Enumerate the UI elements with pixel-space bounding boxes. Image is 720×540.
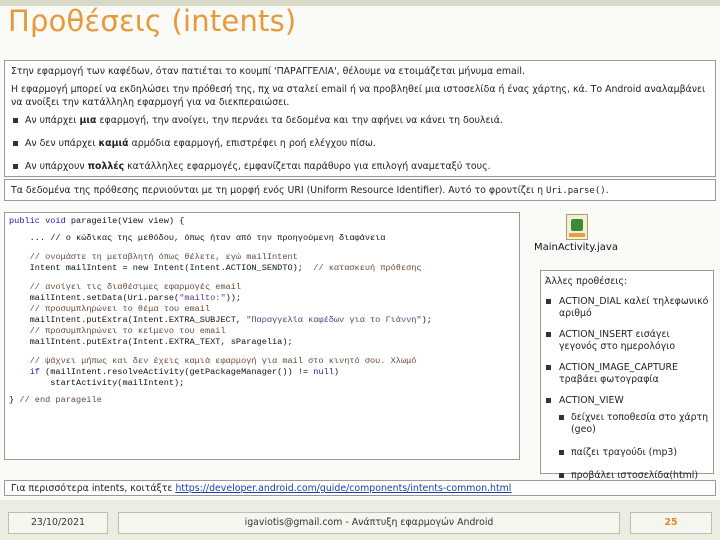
other-intents-box: Άλλες προθέσεις: ACTION_DIAL καλεί τηλεφ… [540, 270, 714, 481]
code-comment: // προσυμπληρώνει το κείμενο του email [9, 326, 226, 336]
intro-paragraph-2: Η εφαρμογή μπορεί να εκδηλώσει την πρόθε… [11, 84, 706, 108]
code-line: } // end parageile [9, 395, 102, 405]
other-intents-list: ACTION_DIAL καλεί τηλεφωνικό αριθμό ACTI… [545, 296, 709, 482]
view-subitems: δείχνει τοποθεσία στο χάρτη (geo) παίζει… [559, 412, 709, 482]
code-line: mailIntent.putExtra(Intent.EXTRA_SUBJECT… [9, 315, 432, 325]
code-line: ... // ο κώδικας της μεθόδου, όπως ήταν … [9, 233, 386, 243]
page-number: 25 [630, 512, 712, 534]
other-intents-heading: Άλλες προθέσεις: [545, 276, 628, 287]
code-comment: // ψάχνει μήπως και δεν έχεις καμιά εφαρ… [9, 356, 417, 366]
code-line: startActivity(mailIntent); [9, 378, 185, 388]
code-comment: // προσυμπληρώνει το θέμα του email [9, 304, 211, 314]
view-subitem-mp3: παίζει τραγούδι (mp3) [559, 447, 709, 459]
intent-item-image-capture: ACTION_IMAGE_CAPTURE τραβάει φωτογραφία [545, 362, 709, 386]
footer-author: igaviotis@gmail.com - Ανάπτυξη εφαρμογών… [118, 512, 620, 534]
intro-bullet-list: Αν υπάρχει μια εφαρμογή, την ανοίγει, τη… [11, 114, 709, 173]
uri-parse-code: Uri.parse() [546, 186, 606, 196]
more-intents-box: Για περισσότερα intents, κοιτάξτε https:… [4, 480, 716, 496]
code-line: Intent mailIntent = new Intent(Intent.AC… [9, 263, 422, 273]
intent-item-view: ACTION_VIEW δείχνει τοποθεσία στο χάρτη … [545, 395, 709, 482]
file-label: MainActivity.java [534, 242, 618, 253]
intro-bullet-one-app: Αν υπάρχει μια εφαρμογή, την ανοίγει, τη… [11, 114, 709, 127]
intro-bullet-many-apps: Αν υπάρχουν πολλές κατάλληλες εφαρμογές,… [11, 160, 709, 173]
code-line: mailIntent.putExtra(Intent.EXTRA_TEXT, s… [9, 337, 293, 347]
intro-box: Στην εφαρμογή των καφέδων, όταν πατιέται… [4, 60, 716, 177]
code-comment: // ανοίγει τις διαθέσιμες εφαρμογές emai… [9, 282, 242, 292]
code-line: public void parageile(View view) { [9, 216, 185, 226]
intro-paragraph-1: Στην εφαρμογή των καφέδων, όταν πατιέται… [11, 66, 525, 77]
slide-title: Προθέσεις (intents) [8, 4, 297, 38]
intent-item-dial: ACTION_DIAL καλεί τηλεφωνικό αριθμό [545, 296, 709, 320]
footer-date: 23/10/2021 [8, 512, 108, 534]
view-subitem-geo: δείχνει τοποθεσία στο χάρτη (geo) [559, 412, 709, 436]
code-listing: public void parageile(View view) { ... /… [4, 212, 520, 460]
intro-bullet-no-app: Αν δεν υπάρχει καμιά αρμόδια εφαρμογή, ε… [11, 137, 709, 150]
main-activity-file[interactable]: MainActivity.java [528, 214, 624, 258]
uri-note-box: Τα δεδομένα της πρόθεσης περνιούνται με … [4, 179, 716, 201]
uri-note-text: Τα δεδομένα της πρόθεσης περνιούνται με … [11, 185, 547, 196]
intent-item-insert: ACTION_INSERT εισάγει γεγονός στο ημερολ… [545, 329, 709, 353]
code-comment: // ονομάστε τη μεταβλητή όπως θέλετε, εγ… [9, 252, 298, 262]
java-file-icon [566, 214, 588, 240]
more-intents-text: Για περισσότερα intents, κοιτάξτε [11, 483, 176, 494]
code-line: if (mailIntent.resolveActivity(getPackag… [9, 367, 340, 377]
code-line: mailIntent.setData(Uri.parse("mailto:"))… [9, 293, 242, 303]
intents-doc-link[interactable]: https://developer.android.com/guide/comp… [175, 483, 511, 494]
